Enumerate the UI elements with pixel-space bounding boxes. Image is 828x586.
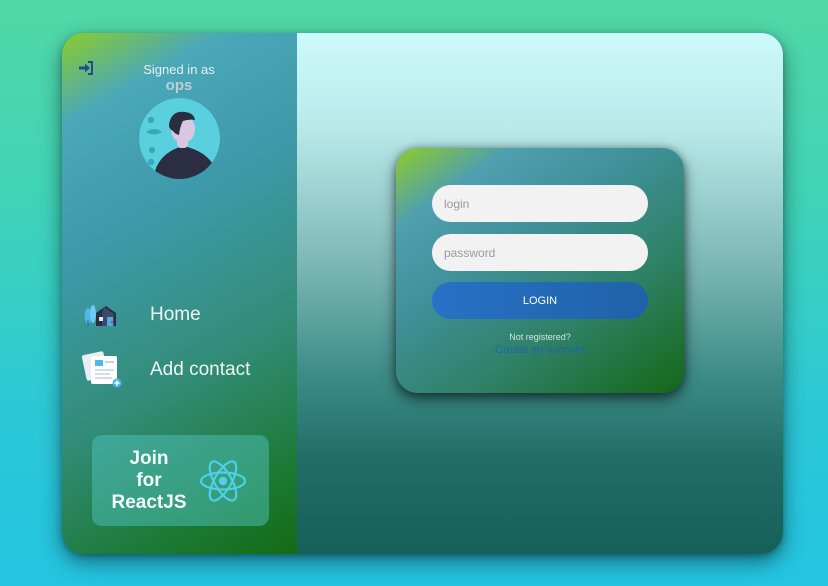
react-logo-icon [198,456,248,506]
username: ops [165,77,193,94]
sign-out-icon[interactable] [78,60,94,76]
create-account-link[interactable]: Create an account [396,344,684,356]
signed-in-label: Signed in as [143,62,215,77]
login-input[interactable] [432,185,648,222]
nav-label-add-contact: Add contact [150,359,251,380]
join-line-1: Join [129,448,169,469]
login-button[interactable]: LOGIN [432,282,648,319]
password-input[interactable] [432,234,648,271]
join-reactjs-text: Join for ReactJS [104,448,194,514]
login-card: LOGIN Not registered? Create an account [396,148,684,393]
join-reactjs-banner[interactable]: Join for ReactJS [92,435,269,526]
app-window: Signed in as ops Home Add contact Join f… [62,33,783,554]
nav-item-home[interactable]: Home [82,295,201,335]
not-registered-label: Not registered? [509,332,571,342]
join-line-2: for [136,470,162,491]
nav-label-home: Home [150,304,201,325]
house-icon [82,295,124,335]
contact-cards-icon [81,350,124,390]
join-line-3: ReactJS [111,492,187,513]
main-panel: LOGIN Not registered? Create an account [297,33,783,554]
nav-item-add-contact[interactable]: Add contact [81,350,251,390]
avatar [139,98,220,179]
sidebar: Signed in as ops Home Add contact Join f… [62,33,297,554]
